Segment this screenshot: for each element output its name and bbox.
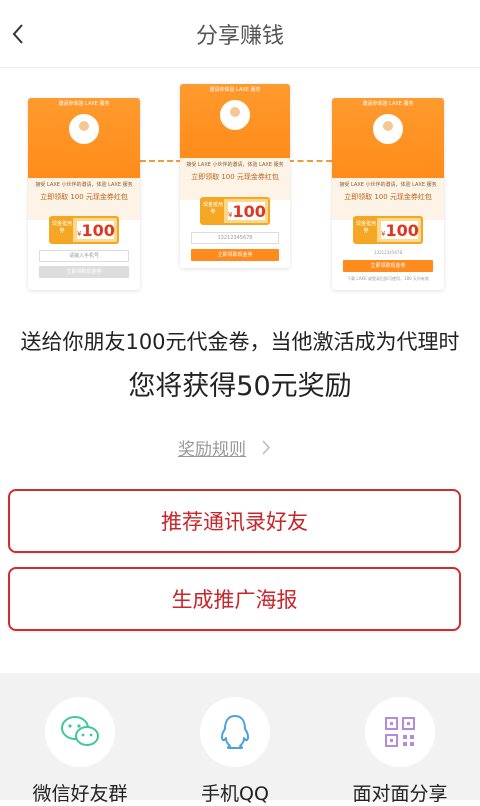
gift-text: 立即领取 100 元现金券红包 — [344, 193, 432, 201]
intro-text: 接受 LAXE 小伙伴的邀请，体验 LAXE 服务 — [339, 182, 437, 188]
share-wechat-label: 微信好友群 — [32, 783, 128, 805]
phone-number: 13212345678 — [374, 250, 402, 255]
ticket-value: 100 — [232, 202, 266, 221]
voucher-ticket: 现金抵用券 ¥100 — [200, 197, 270, 225]
phone-title: 邀请你体验 LAXE 服务 — [362, 101, 414, 107]
qq-icon — [220, 715, 250, 749]
intro-text: 接受 LAXE 小伙伴的邀请，体验 LAXE 服务 — [35, 182, 133, 188]
phone-preview-1: 邀请你体验 LAXE 服务 接受 LAXE 小伙伴的邀请，体验 LAXE 服务 … — [28, 98, 140, 290]
intro-text: 接受 LAXE 小伙伴的邀请，体验 LAXE 服务 — [186, 162, 284, 168]
voucher-ticket: 现金抵用券 ¥100 — [49, 216, 119, 244]
phone-preview-2: 邀请你体验 LAXE 服务 接受 LAXE 小伙伴的邀请，体验 LAXE 服务 … — [180, 84, 290, 268]
share-qq[interactable]: 手机QQ — [155, 697, 315, 806]
claim-button: 立即领取现金券 — [39, 266, 129, 278]
phone-preview-3: 邀请你体验 LAXE 服务 接受 LAXE 小伙伴的邀请，体验 LAXE 服务 … — [332, 98, 444, 290]
chevron-right-icon — [262, 440, 271, 455]
connector-line — [288, 160, 332, 162]
phone-title: 邀请你体验 LAXE 服务 — [209, 87, 261, 93]
qr-code-icon — [385, 717, 415, 747]
wechat-icon-circle — [45, 697, 115, 767]
claim-button: 立即领取现金券 — [343, 260, 433, 272]
avatar — [220, 100, 250, 130]
rules-link[interactable]: 奖励规则 — [178, 435, 271, 460]
share-wechat[interactable]: 微信好友群 — [0, 697, 160, 806]
rules-link-label: 奖励规则 — [178, 440, 246, 460]
avatar — [373, 114, 403, 144]
connector-line — [140, 160, 182, 162]
phone-number: 13212345678 — [191, 232, 279, 244]
avatar — [69, 114, 99, 144]
share-flow-illustration: 邀请你体验 LAXE 服务 接受 LAXE 小伙伴的邀请，体验 LAXE 服务 … — [0, 68, 480, 300]
share-face-label: 面对面分享 — [352, 783, 448, 805]
wechat-icon — [61, 716, 99, 746]
claim-button: 立即领取现金券 — [191, 249, 279, 261]
recommend-contacts-button[interactable]: 推荐通讯录好友 — [8, 489, 461, 553]
generate-poster-button[interactable]: 生成推广海报 — [8, 567, 461, 631]
promo-reward: 您将获得50元奖励 — [128, 371, 352, 402]
qr-icon-circle — [365, 697, 435, 767]
share-panel: 微信好友群 手机QQ 面对面分享 — [0, 673, 480, 805]
promo-description: 送给你朋友100元代金卷，当他激活成为代理时 — [20, 330, 460, 354]
ticket-value: 100 — [81, 221, 115, 240]
gift-text: 立即领取 100 元现金券红包 — [191, 173, 279, 181]
phone-title: 邀请你体验 LAXE 服务 — [58, 101, 110, 107]
top-bar: 分享赚钱 — [0, 0, 480, 68]
gift-text: 立即领取 100 元现金券红包 — [40, 193, 128, 201]
ticket-label: 现金抵用券 — [51, 218, 73, 242]
page-title: 分享赚钱 — [195, 24, 284, 49]
ticket-value: 100 — [385, 221, 419, 240]
qq-icon-circle — [200, 697, 270, 767]
notice-text: 下载 LAXE 或登录后即可使用，180 天内有效 — [347, 276, 429, 281]
ticket-label: 现金抵用券 — [202, 199, 224, 223]
ticket-label: 现金抵用券 — [355, 218, 377, 242]
share-qq-label: 手机QQ — [201, 783, 269, 805]
share-face-to-face[interactable]: 面对面分享 — [320, 697, 480, 806]
voucher-ticket: 现金抵用券 ¥100 — [353, 216, 423, 244]
phone-input: 请输入手机号 — [39, 250, 129, 262]
